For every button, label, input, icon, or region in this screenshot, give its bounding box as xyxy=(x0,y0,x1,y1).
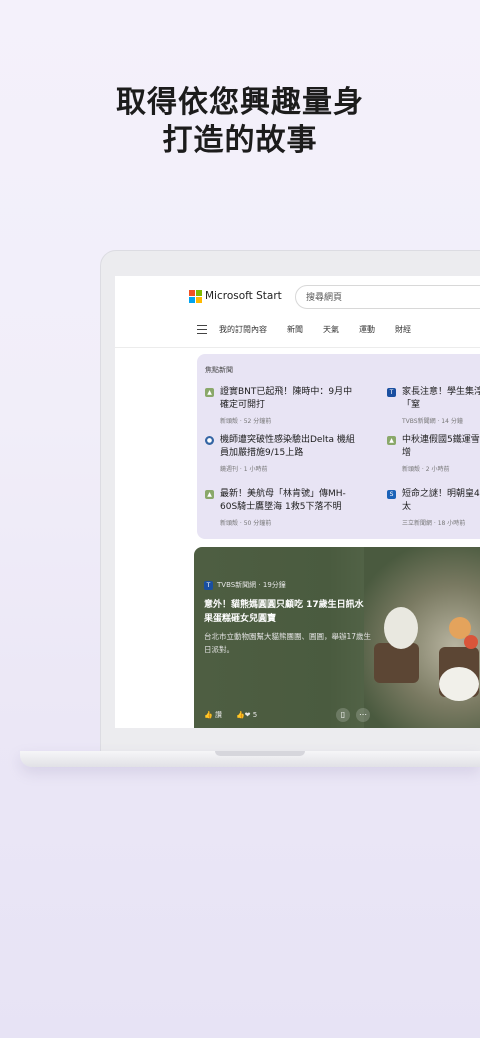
microsoft-start-logo[interactable]: Microsoft Start xyxy=(189,290,282,303)
feature-right-actions: ▯ ⋯ xyxy=(330,708,370,722)
news-meta: 三立新聞網 · 18 小時前 xyxy=(402,520,466,527)
reactions-count: 5 xyxy=(252,711,258,719)
news-meta: 新頭殼 · 2 小時前 xyxy=(402,466,450,473)
feature-actions: 👍 讚 👍❤ 5 xyxy=(204,710,271,720)
headline-line-2: 打造的故事 xyxy=(162,123,318,158)
focus-news-title: 焦點新聞 xyxy=(205,366,233,374)
nav-item-weather[interactable]: 天氣 xyxy=(323,324,339,335)
newtalk-icon: ▲ xyxy=(387,436,396,445)
search-input[interactable]: 搜尋網頁 xyxy=(295,285,480,309)
news-headline[interactable]: 中秋連假國5鐵運雪」行車時間恐增 xyxy=(402,434,480,460)
feature-source: T TVBS新聞網 · 19分鐘 xyxy=(204,580,286,590)
laptop-notch xyxy=(215,751,305,756)
feature-title[interactable]: 意外！貓熊媽圓圓只顧吃 17歲生日訊水果蛋糕砸女兒圓寶 xyxy=(204,598,369,626)
feature-source-text: TVBS新聞網 · 19分鐘 xyxy=(217,581,286,589)
panda-photo xyxy=(364,547,480,728)
feature-description: 台北市立動物園幫大貓熊團團、圓圓，舉辦17歲生日派對。 xyxy=(204,632,372,654)
news-headline[interactable]: 短命之謎！明朝皇40歲？致命原因太 xyxy=(402,488,480,514)
tvbs-icon: T xyxy=(204,580,213,590)
logo-text: Microsoft Start xyxy=(205,290,282,302)
news-meta: 鏡週刊 · 1 小時前 xyxy=(220,466,268,473)
bookmark-icon[interactable]: ▯ xyxy=(336,708,350,722)
focus-news-card: 焦點新聞 ▲ 證實BNT已起飛！陳時中：9月中確定可開打 新頭殼 · 52 分鐘… xyxy=(197,354,480,539)
headline-line-1: 取得依您興趣量身 xyxy=(116,85,364,120)
tvbs-icon: T xyxy=(387,388,396,397)
like-label: 讚 xyxy=(214,711,222,719)
news-headline[interactable]: 機師遭突破性感染驗出Delta 機組員加嚴措施9/15上路 xyxy=(220,434,360,460)
like-button[interactable]: 👍 讚 xyxy=(204,710,222,720)
nav-item-subscriptions[interactable]: 我的訂閱內容 xyxy=(219,324,267,335)
feature-story-card[interactable]: T TVBS新聞網 · 19分鐘 意外！貓熊媽圓圓只顧吃 17歲生日訊水果蛋糕砸… xyxy=(194,547,480,728)
more-options-icon[interactable]: ⋯ xyxy=(356,708,370,722)
setn-icon: S xyxy=(387,490,396,499)
top-nav: 我的訂閱內容 新聞 天氣 運動 財經 xyxy=(197,324,431,335)
nav-item-sports[interactable]: 運動 xyxy=(359,324,375,335)
news-meta: 新頭殼 · 50 分鐘前 xyxy=(220,520,272,527)
news-headline[interactable]: 最新！美航母「林肯號」傳MH-60S騎士鷹墜海 1救5下落不明 xyxy=(220,488,360,514)
microsoft-logo-icon xyxy=(189,290,202,303)
hamburger-menu-icon[interactable] xyxy=(197,325,207,334)
headline: 取得依您興趣量身 打造的故事 xyxy=(0,84,480,160)
news-meta: TVBS新聞網 · 14 分鐘 xyxy=(402,418,463,425)
nav-item-news[interactable]: 新聞 xyxy=(287,324,303,335)
newtalk-icon: ▲ xyxy=(205,490,214,499)
news-headline[interactable]: 家長注意！學生集淳：研究統計「窒 xyxy=(402,386,480,412)
reactions-button[interactable]: 👍❤ 5 xyxy=(236,711,257,719)
news-headline[interactable]: 證實BNT已起飛！陳時中：9月中確定可開打 xyxy=(220,386,360,412)
news-meta: 新頭殼 · 52 分鐘前 xyxy=(220,418,272,425)
nav-item-finance[interactable]: 財經 xyxy=(395,324,411,335)
mirror-icon: ● xyxy=(205,436,214,445)
newtalk-icon: ▲ xyxy=(205,388,214,397)
laptop-screen: Microsoft Start 搜尋網頁 我的訂閱內容 新聞 天氣 運動 財經 … xyxy=(115,276,480,728)
header-divider xyxy=(115,347,480,348)
